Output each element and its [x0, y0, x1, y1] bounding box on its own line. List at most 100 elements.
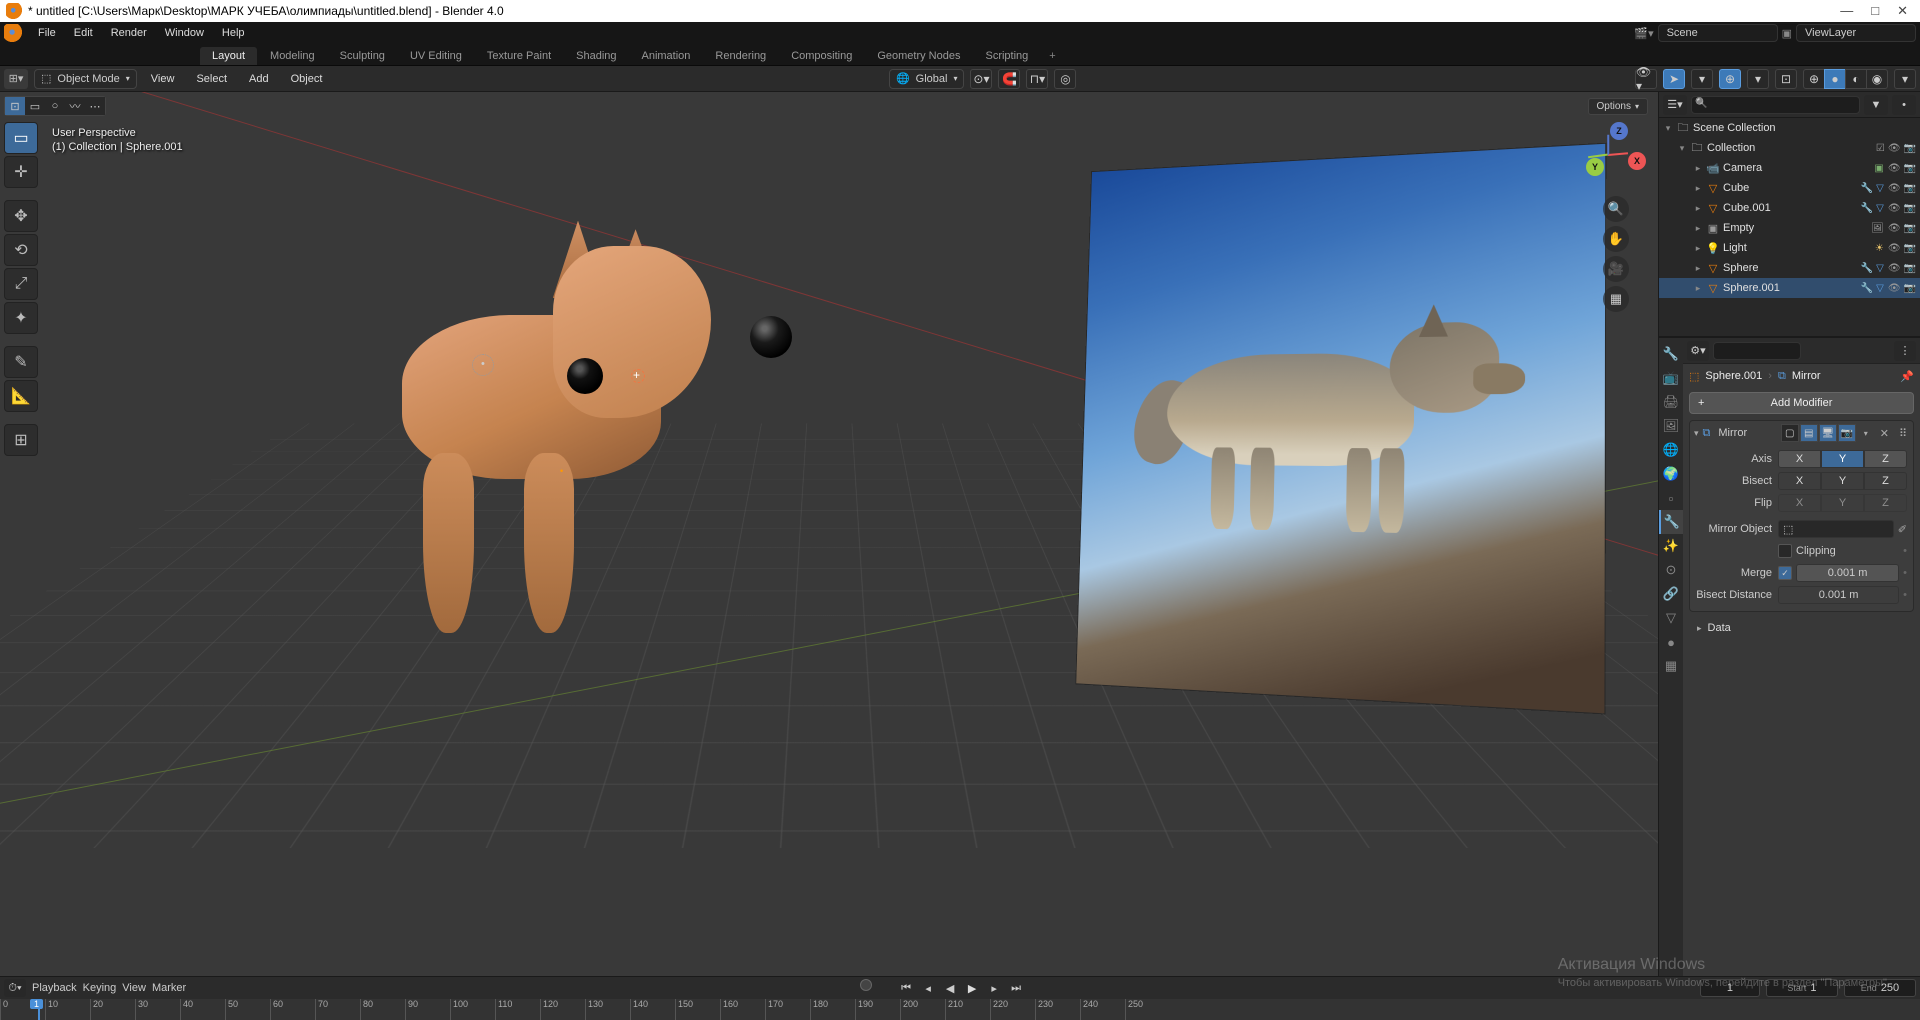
- tool-cursor[interactable]: ✛: [4, 156, 38, 188]
- tab-uv-editing[interactable]: UV Editing: [398, 47, 474, 65]
- shading-solid[interactable]: ●: [1824, 69, 1846, 89]
- clipping-checkbox[interactable]: [1778, 544, 1792, 558]
- merge-distance-field[interactable]: 0.001 m: [1796, 564, 1899, 582]
- modifier-edit-display[interactable]: ▤: [1800, 424, 1818, 442]
- tab-texture-paint[interactable]: Texture Paint: [475, 47, 563, 65]
- shading-rendered[interactable]: ◉: [1866, 69, 1888, 89]
- outliner-row-collection[interactable]: ▾ 🗀 Collection ☑👁📷: [1659, 138, 1920, 158]
- nav-camera[interactable]: 🎥: [1603, 256, 1629, 282]
- outliner-search[interactable]: [1691, 96, 1860, 114]
- timeline-menu-keying[interactable]: Keying: [83, 982, 117, 994]
- render-icon[interactable]: 📷: [1904, 163, 1916, 174]
- flip-x-toggle[interactable]: X: [1778, 494, 1821, 512]
- render-icon[interactable]: 📷: [1904, 283, 1916, 294]
- timeline-ruler[interactable]: 0102030405060708090100110120130140150160…: [0, 999, 1920, 1020]
- editor-type-selector[interactable]: ⊞▾: [4, 69, 28, 89]
- header-menu-view[interactable]: View: [143, 71, 183, 87]
- merge-checkbox[interactable]: ✓: [1778, 566, 1792, 580]
- nav-perspective[interactable]: ▦: [1603, 286, 1629, 312]
- bisect-z-toggle[interactable]: Z: [1864, 472, 1907, 490]
- tab-add-workspace[interactable]: +: [1041, 47, 1063, 65]
- modifier-delete[interactable]: ✕: [1876, 427, 1893, 440]
- tool-annotate[interactable]: ✎: [4, 346, 38, 378]
- tool-scale[interactable]: ⤢: [4, 268, 38, 300]
- gizmo-options[interactable]: ▾: [1691, 69, 1713, 89]
- tab-compositing[interactable]: Compositing: [779, 47, 864, 65]
- play[interactable]: ▶: [962, 979, 982, 997]
- prop-tab-scene[interactable]: 🌐: [1659, 438, 1683, 462]
- axis-z-toggle[interactable]: Z: [1864, 450, 1907, 468]
- outliner-row-sphere001[interactable]: ▸ ▽ Sphere.001 🔧 ▽ 👁📷: [1659, 278, 1920, 298]
- shading-material[interactable]: ◐: [1845, 69, 1867, 89]
- minimize-button[interactable]: —: [1840, 3, 1853, 19]
- shading-options[interactable]: ▾: [1894, 69, 1916, 89]
- tool-measure[interactable]: 📐: [4, 380, 38, 412]
- eye-icon[interactable]: 👁: [1888, 263, 1901, 274]
- bisect-distance-field[interactable]: 0.001 m: [1778, 586, 1899, 604]
- exclude-checkbox[interactable]: ☑: [1876, 143, 1885, 154]
- prop-tab-modifiers[interactable]: 🔧: [1659, 510, 1683, 534]
- modifier-render[interactable]: 📷: [1838, 424, 1856, 442]
- render-icon[interactable]: 📷: [1904, 263, 1916, 274]
- select-mode-box[interactable]: ▭: [25, 97, 45, 115]
- prop-tab-tool[interactable]: 🔧: [1659, 342, 1683, 366]
- prop-tab-object[interactable]: ▫: [1659, 486, 1683, 510]
- timeline-menu-view[interactable]: View: [122, 982, 146, 994]
- close-button[interactable]: ✕: [1897, 3, 1908, 19]
- tool-add-primitive[interactable]: ⊞: [4, 424, 38, 456]
- axis-z-handle[interactable]: Z: [1610, 122, 1628, 140]
- nav-zoom[interactable]: 🔍: [1603, 196, 1629, 222]
- header-menu-object[interactable]: Object: [283, 71, 331, 87]
- axis-y-handle[interactable]: Y: [1586, 158, 1604, 176]
- prop-tab-physics[interactable]: ⊙: [1659, 558, 1683, 582]
- select-mode-tweak[interactable]: ⊡: [5, 97, 25, 115]
- menu-edit[interactable]: Edit: [66, 25, 101, 41]
- tool-transform[interactable]: ✦: [4, 302, 38, 334]
- modifier-edit-cage[interactable]: ▢: [1781, 424, 1799, 442]
- tool-move[interactable]: ✥: [4, 200, 38, 232]
- modifier-extras[interactable]: ▾: [1860, 429, 1872, 438]
- properties-search[interactable]: [1713, 342, 1801, 360]
- render-icon[interactable]: 📷: [1904, 203, 1916, 214]
- bisect-x-toggle[interactable]: X: [1778, 472, 1821, 490]
- add-modifier-button[interactable]: + Add Modifier: [1689, 392, 1914, 414]
- render-icon[interactable]: 📷: [1904, 223, 1916, 234]
- prop-tab-data[interactable]: ▽: [1659, 606, 1683, 630]
- overlay-options[interactable]: ▾: [1747, 69, 1769, 89]
- tab-modeling[interactable]: Modeling: [258, 47, 327, 65]
- outliner-filter[interactable]: ▼: [1864, 95, 1888, 115]
- xray-toggle[interactable]: ⊡: [1775, 69, 1797, 89]
- pivot-selector[interactable]: ⊙▾: [970, 69, 992, 89]
- outliner-row-cube001[interactable]: ▸ ▽ Cube.001 🔧 ▽ 👁📷: [1659, 198, 1920, 218]
- prop-tab-viewlayer[interactable]: 🖼: [1659, 414, 1683, 438]
- outliner-new-collection[interactable]: •: [1892, 95, 1916, 115]
- menu-help[interactable]: Help: [214, 25, 253, 41]
- eyedropper-icon[interactable]: ✐: [1894, 523, 1907, 536]
- navigation-gizmo[interactable]: X Y Z 🔍 ✋ 🎥 ▦: [1584, 122, 1648, 312]
- properties-editor-type[interactable]: ⚙▾: [1687, 341, 1709, 361]
- keyframe-prev[interactable]: ◂: [918, 979, 938, 997]
- tab-sculpting[interactable]: Sculpting: [328, 47, 397, 65]
- prop-tab-material[interactable]: ●: [1659, 630, 1683, 654]
- tool-select-box[interactable]: ▭: [4, 122, 38, 154]
- mode-selector[interactable]: ⬚ Object Mode ▾: [34, 69, 137, 89]
- flip-y-toggle[interactable]: Y: [1821, 494, 1864, 512]
- prop-tab-render[interactable]: 📺: [1659, 366, 1683, 390]
- viewport-options-button[interactable]: Options▾: [1588, 98, 1648, 115]
- tab-rendering[interactable]: Rendering: [703, 47, 778, 65]
- outliner-row-empty[interactable]: ▸ ▣ Empty 🖼 👁📷: [1659, 218, 1920, 238]
- header-menu-add[interactable]: Add: [241, 71, 277, 87]
- eye-icon[interactable]: 👁: [1888, 243, 1901, 254]
- tab-layout[interactable]: Layout: [200, 47, 257, 65]
- modifier-data-panel[interactable]: ▸ Data: [1689, 618, 1914, 638]
- prop-tab-output[interactable]: 🖨: [1659, 390, 1683, 414]
- jump-start[interactable]: ⏮: [896, 979, 916, 997]
- tab-geometry-nodes[interactable]: Geometry Nodes: [865, 47, 972, 65]
- tab-scripting[interactable]: Scripting: [973, 47, 1040, 65]
- maximize-button[interactable]: □: [1871, 3, 1879, 19]
- eye-icon[interactable]: 👁: [1888, 163, 1901, 174]
- outliner-row-camera[interactable]: ▸ 📹 Camera ▣ 👁📷: [1659, 158, 1920, 178]
- modifier-name[interactable]: Mirror: [1714, 427, 1776, 439]
- eye-icon[interactable]: 👁: [1888, 283, 1901, 294]
- outliner-editor-type[interactable]: ☰▾: [1663, 95, 1687, 115]
